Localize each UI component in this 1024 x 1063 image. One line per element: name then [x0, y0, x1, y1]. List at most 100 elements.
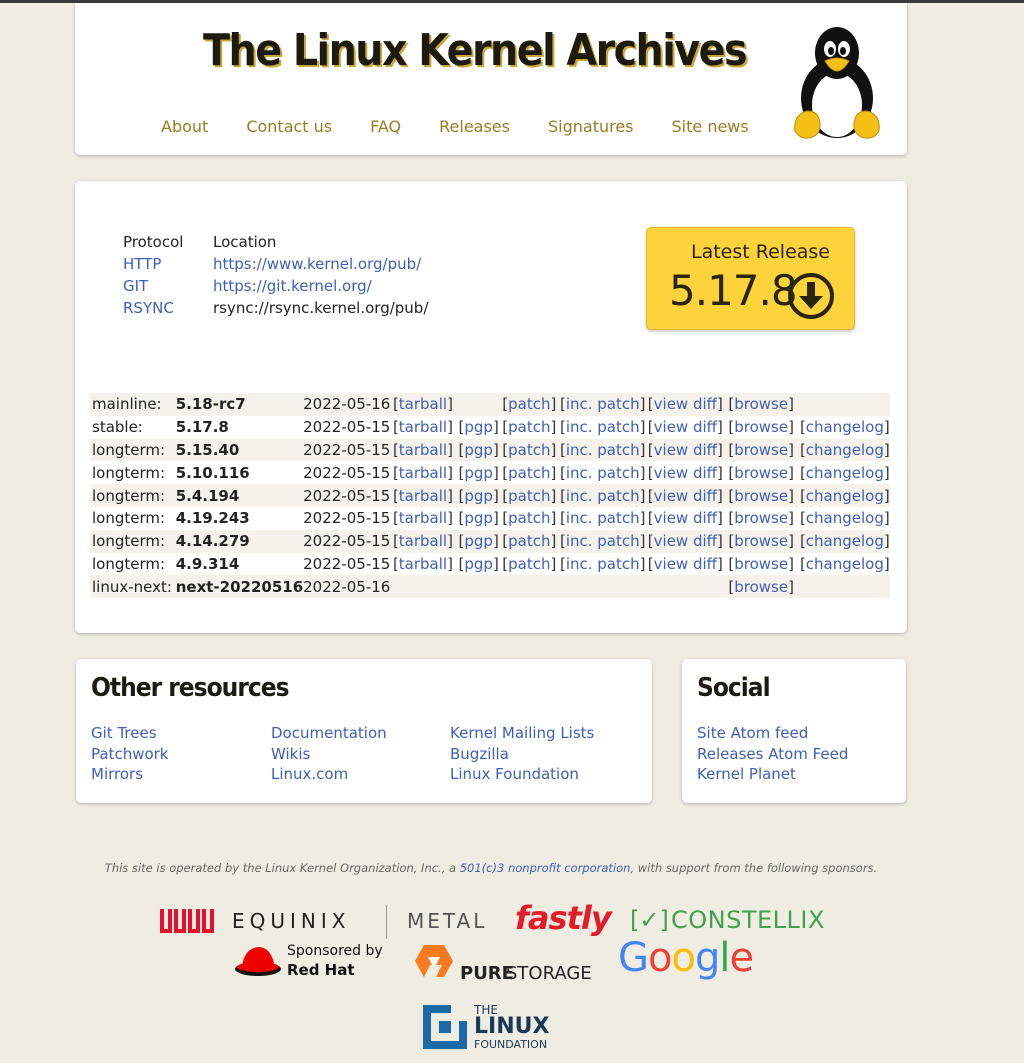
release-browse-link[interactable]: browse	[734, 395, 788, 413]
release-inc-patch-link[interactable]: inc. patch	[566, 395, 640, 413]
location-git-link[interactable]: https://git.kernel.org/	[213, 277, 372, 295]
release-tarball-link[interactable]: tarball	[399, 532, 447, 550]
release-row: longterm: 5.15.40 2022-05-15 [tarball] [pgp]…	[90, 438, 890, 462]
nav-about[interactable]: About	[161, 117, 208, 136]
release-browse-cell: [browse]	[728, 461, 800, 484]
release-inc-patch-link[interactable]: inc. patch	[566, 418, 640, 436]
release-pgp-link[interactable]: pgp	[464, 464, 493, 482]
latest-release-button[interactable]: Latest Release 5.17.8	[646, 227, 855, 330]
release-changelog-link[interactable]: changelog	[806, 555, 884, 573]
release-tarball-link[interactable]: tarball	[399, 418, 447, 436]
release-pgp-link[interactable]: pgp	[464, 555, 493, 573]
release-changelog-cell: [changelog]	[800, 553, 890, 576]
google-letter: g	[694, 935, 720, 981]
release-patch-link[interactable]: patch	[508, 441, 550, 459]
release-tarball-link[interactable]: tarball	[399, 464, 447, 482]
release-patch-link[interactable]: patch	[508, 509, 550, 527]
release-patch-link[interactable]: patch	[508, 395, 550, 413]
nav-releases[interactable]: Releases	[439, 117, 510, 136]
location-http-link[interactable]: https://www.kernel.org/pub/	[213, 255, 421, 273]
release-inc-patch-link[interactable]: inc. patch	[566, 487, 640, 505]
release-pgp-link[interactable]: pgp	[464, 509, 493, 527]
bracket: ]	[447, 440, 453, 459]
constellix-logo[interactable]: [✓] CONSTELLIX	[630, 906, 830, 936]
release-tarball-link[interactable]: tarball	[399, 509, 447, 527]
nav-faq[interactable]: FAQ	[370, 117, 401, 136]
linux-foundation-link[interactable]: Linux Foundation	[450, 764, 594, 785]
release-tarball-link[interactable]: tarball	[399, 487, 447, 505]
release-tarball-link[interactable]: tarball	[399, 441, 447, 459]
release-patch-link[interactable]: patch	[508, 464, 550, 482]
release-view-diff-link[interactable]: view diff	[654, 555, 717, 573]
kernel-planet-link[interactable]: Kernel Planet	[697, 764, 848, 785]
release-view-diff-link[interactable]: view diff	[654, 395, 717, 413]
release-pgp-cell: [pgp]	[459, 416, 503, 439]
release-view-diff-link[interactable]: view diff	[654, 487, 717, 505]
kernel-mailing-lists-link[interactable]: Kernel Mailing Lists	[450, 723, 594, 744]
release-tarball-link[interactable]: tarball	[399, 395, 447, 413]
latest-release-version: 5.17.8	[669, 266, 798, 315]
releases-atom-feed-link[interactable]: Releases Atom Feed	[697, 744, 848, 765]
release-view-diff-link[interactable]: view diff	[654, 418, 717, 436]
release-view-diff-link[interactable]: view diff	[654, 532, 717, 550]
nav-site-news[interactable]: Site news	[672, 117, 749, 136]
fastly-logo[interactable]: fastly	[515, 899, 612, 937]
release-browse-link[interactable]: browse	[734, 464, 788, 482]
documentation-link[interactable]: Documentation	[271, 723, 387, 744]
release-browse-link[interactable]: browse	[734, 578, 788, 596]
mirrors-link[interactable]: Mirrors	[91, 764, 169, 785]
release-view-diff-link[interactable]: view diff	[654, 441, 717, 459]
release-browse-link[interactable]: browse	[734, 509, 788, 527]
redhat-logo[interactable]: Sponsored by Red Hat	[234, 943, 394, 983]
release-inc-patch-link[interactable]: inc. patch	[566, 441, 640, 459]
release-browse-link[interactable]: browse	[734, 532, 788, 550]
release-inc-patch-link[interactable]: inc. patch	[566, 464, 640, 482]
nonprofit-link[interactable]: 501(c)3 nonprofit corporation	[460, 861, 631, 875]
release-pgp-link[interactable]: pgp	[464, 532, 493, 550]
release-pgp-cell: [pgp]	[459, 553, 503, 576]
protocol-rsync-link[interactable]: RSYNC	[123, 299, 174, 317]
release-changelog-link[interactable]: changelog	[806, 418, 884, 436]
release-inc-patch-link[interactable]: inc. patch	[566, 555, 640, 573]
redhat-line2: Red Hat	[287, 961, 355, 979]
release-changelog-link[interactable]: changelog	[806, 487, 884, 505]
release-patch-link[interactable]: patch	[508, 555, 550, 573]
release-view-diff-link[interactable]: view diff	[654, 464, 717, 482]
metal-text[interactable]: METAL	[407, 909, 487, 933]
nav-contact-us[interactable]: Contact us	[246, 117, 332, 136]
git-trees-link[interactable]: Git Trees	[91, 723, 169, 744]
release-pgp-link[interactable]: pgp	[464, 441, 493, 459]
protocol-http-link[interactable]: HTTP	[123, 255, 161, 273]
bugzilla-link[interactable]: Bugzilla	[450, 744, 594, 765]
patchwork-link[interactable]: Patchwork	[91, 744, 169, 765]
release-view-diff-link[interactable]: view diff	[654, 509, 717, 527]
wikis-link[interactable]: Wikis	[271, 744, 387, 765]
lf-foundation-text: FOUNDATION	[474, 1038, 548, 1051]
linux-foundation-logo[interactable]: THE LINUX FOUNDATION	[421, 1003, 571, 1053]
purestorage-logo[interactable]: PURE STORAGE	[414, 943, 594, 984]
protocol-git-link[interactable]: GIT	[123, 277, 148, 295]
release-inc-patch-link[interactable]: inc. patch	[566, 532, 640, 550]
release-browse-link[interactable]: browse	[734, 441, 788, 459]
release-changelog-link[interactable]: changelog	[806, 532, 884, 550]
release-changelog-link[interactable]: changelog	[806, 464, 884, 482]
release-kind: longterm:	[92, 509, 166, 528]
release-pgp-link[interactable]: pgp	[464, 487, 493, 505]
release-browse-link[interactable]: browse	[734, 487, 788, 505]
release-inc-patch-link[interactable]: inc. patch	[566, 509, 640, 527]
linux-com-link[interactable]: Linux.com	[271, 764, 387, 785]
site-title: The Linux Kernel Archives	[203, 25, 748, 76]
site-atom-feed-link[interactable]: Site Atom feed	[697, 723, 848, 744]
release-browse-link[interactable]: browse	[734, 418, 788, 436]
release-changelog-link[interactable]: changelog	[806, 509, 884, 527]
release-browse-link[interactable]: browse	[734, 555, 788, 573]
release-patch-link[interactable]: patch	[508, 487, 550, 505]
release-patch-link[interactable]: patch	[508, 418, 550, 436]
release-patch-link[interactable]: patch	[508, 532, 550, 550]
equinix-logo[interactable]: EQUINIX	[158, 903, 388, 939]
nav-signatures[interactable]: Signatures	[548, 117, 634, 136]
release-changelog-link[interactable]: changelog	[806, 441, 884, 459]
google-logo[interactable]: Google	[618, 935, 754, 981]
release-pgp-link[interactable]: pgp	[464, 418, 493, 436]
release-tarball-link[interactable]: tarball	[399, 555, 447, 573]
